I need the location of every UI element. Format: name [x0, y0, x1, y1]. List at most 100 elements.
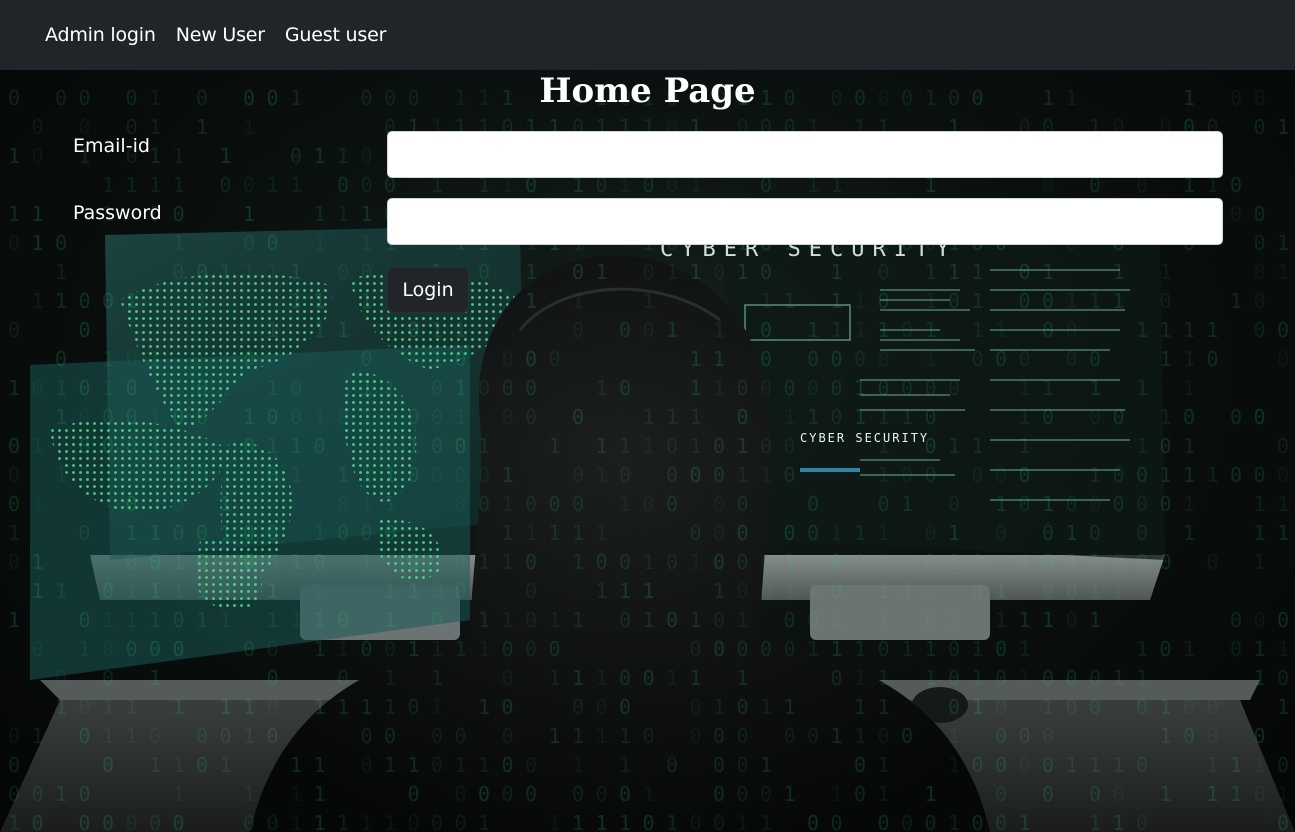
binary-digit: 1 — [831, 724, 843, 748]
binary-digit: 1 — [760, 695, 772, 719]
binary-digit: 1 — [572, 724, 584, 748]
binary-digit: 0 — [337, 666, 349, 690]
binary-digit: 0 — [878, 260, 890, 284]
password-field[interactable] — [387, 198, 1223, 245]
binary-digit: 1 — [690, 376, 702, 400]
binary-digit: 1 — [1019, 434, 1031, 458]
binary-digit: 1 — [1230, 753, 1242, 777]
binary-digit: 0 — [760, 637, 772, 661]
binary-digit: 0 — [1160, 550, 1172, 574]
binary-digit: 1 — [361, 695, 373, 719]
binary-digit: 0 — [831, 550, 843, 574]
binary-digit: 0 — [572, 260, 584, 284]
binary-digit: 1 — [243, 724, 255, 748]
binary-digit: 0 — [831, 405, 843, 429]
binary-digit: 0 — [572, 318, 584, 342]
binary-digit: 1 — [1277, 492, 1289, 516]
binary-digit: 0 — [243, 231, 255, 255]
binary-digit: 0 — [1042, 521, 1054, 545]
login-button[interactable]: Login — [387, 267, 469, 313]
binary-digit: 0 — [173, 637, 185, 661]
binary-digit: 1 — [1183, 347, 1195, 371]
binary-digit: 0 — [713, 753, 725, 777]
binary-digit: 1 — [643, 289, 655, 313]
binary-digit: 1 — [643, 608, 655, 632]
binary-digit: 1 — [220, 608, 232, 632]
binary-digit: 1 — [1254, 550, 1266, 574]
binary-digit: 1 — [243, 695, 255, 719]
binary-digit: 1 — [384, 811, 396, 832]
binary-digit: 1 — [102, 376, 114, 400]
binary-digit: 0 — [784, 434, 796, 458]
binary-digit: 1 — [173, 463, 185, 487]
binary-digit: 0 — [79, 463, 91, 487]
nav-new-user-link[interactable]: New User — [176, 24, 265, 46]
binary-digit: 0 — [8, 550, 20, 574]
binary-digit: 0 — [243, 637, 255, 661]
binary-digit: 0 — [1019, 463, 1031, 487]
binary-digit: 0 — [1042, 724, 1054, 748]
binary-digit: 0 — [666, 550, 678, 574]
binary-digit: 0 — [8, 434, 20, 458]
binary-digit: 0 — [760, 579, 772, 603]
binary-digit: 1 — [1113, 666, 1125, 690]
binary-digit: 1 — [1113, 753, 1125, 777]
binary-digit: 1 — [361, 376, 373, 400]
binary-digit: 1 — [1207, 753, 1219, 777]
email-field[interactable] — [387, 131, 1223, 178]
binary-digit: 1 — [8, 608, 20, 632]
binary-digit: 1 — [948, 260, 960, 284]
binary-digit: 1 — [784, 405, 796, 429]
binary-digit: 1 — [290, 289, 302, 313]
binary-digit: 0 — [79, 289, 91, 313]
binary-digit: 1 — [502, 289, 514, 313]
binary-digit: 1 — [196, 289, 208, 313]
binary-digit: 1 — [8, 144, 20, 168]
binary-digit: 1 — [1019, 666, 1031, 690]
binary-digit: 0 — [267, 811, 279, 832]
binary-digit: 0 — [149, 550, 161, 574]
nav-guest-user-link[interactable]: Guest user — [285, 24, 386, 46]
binary-digit: 1 — [972, 318, 984, 342]
binary-digit: 0 — [1277, 666, 1289, 690]
binary-digit: 0 — [102, 666, 114, 690]
binary-digit: 1 — [267, 173, 279, 197]
binary-digit: 1 — [666, 318, 678, 342]
binary-digit: 1 — [314, 608, 326, 632]
binary-digit: 0 — [55, 231, 67, 255]
binary-digit: 1 — [267, 260, 279, 284]
binary-digit: 0 — [1066, 579, 1078, 603]
binary-digit: 1 — [572, 753, 584, 777]
binary-digit: 1 — [267, 376, 279, 400]
binary-digit: 0 — [1136, 492, 1148, 516]
binary-digit: 1 — [290, 550, 302, 574]
binary-digit: 0 — [1230, 202, 1242, 226]
binary-digit: 1 — [831, 521, 843, 545]
binary-digit: 1 — [55, 579, 67, 603]
binary-digit: 0 — [502, 376, 514, 400]
binary-digit: 1 — [1207, 318, 1219, 342]
binary-digit: 0 — [1089, 521, 1101, 545]
binary-digit: 1 — [455, 405, 467, 429]
binary-digit: 0 — [878, 376, 890, 400]
binary-digit: 1 — [1160, 782, 1172, 806]
binary-digit: 1 — [1277, 115, 1289, 139]
binary-digit: 0 — [713, 637, 725, 661]
binary-digit: 1 — [1254, 521, 1266, 545]
binary-digit: 1 — [126, 608, 138, 632]
binary-digit: 1 — [384, 463, 396, 487]
binary-digit: 0 — [1042, 666, 1054, 690]
binary-digit: 1 — [784, 782, 796, 806]
binary-digit: 0 — [102, 811, 114, 832]
binary-digit: 0 — [690, 695, 702, 719]
nav-admin-login-link[interactable]: Admin login — [45, 24, 156, 46]
binary-digit: 1 — [8, 521, 20, 545]
binary-digit: 0 — [290, 144, 302, 168]
binary-digit: 0 — [737, 753, 749, 777]
binary-digit: 0 — [79, 811, 91, 832]
binary-digit: 0 — [32, 811, 44, 832]
binary-digit: 0 — [1019, 492, 1031, 516]
binary-digit: 0 — [102, 637, 114, 661]
binary-digit: 1 — [220, 521, 232, 545]
binary-digit: 1 — [925, 318, 937, 342]
